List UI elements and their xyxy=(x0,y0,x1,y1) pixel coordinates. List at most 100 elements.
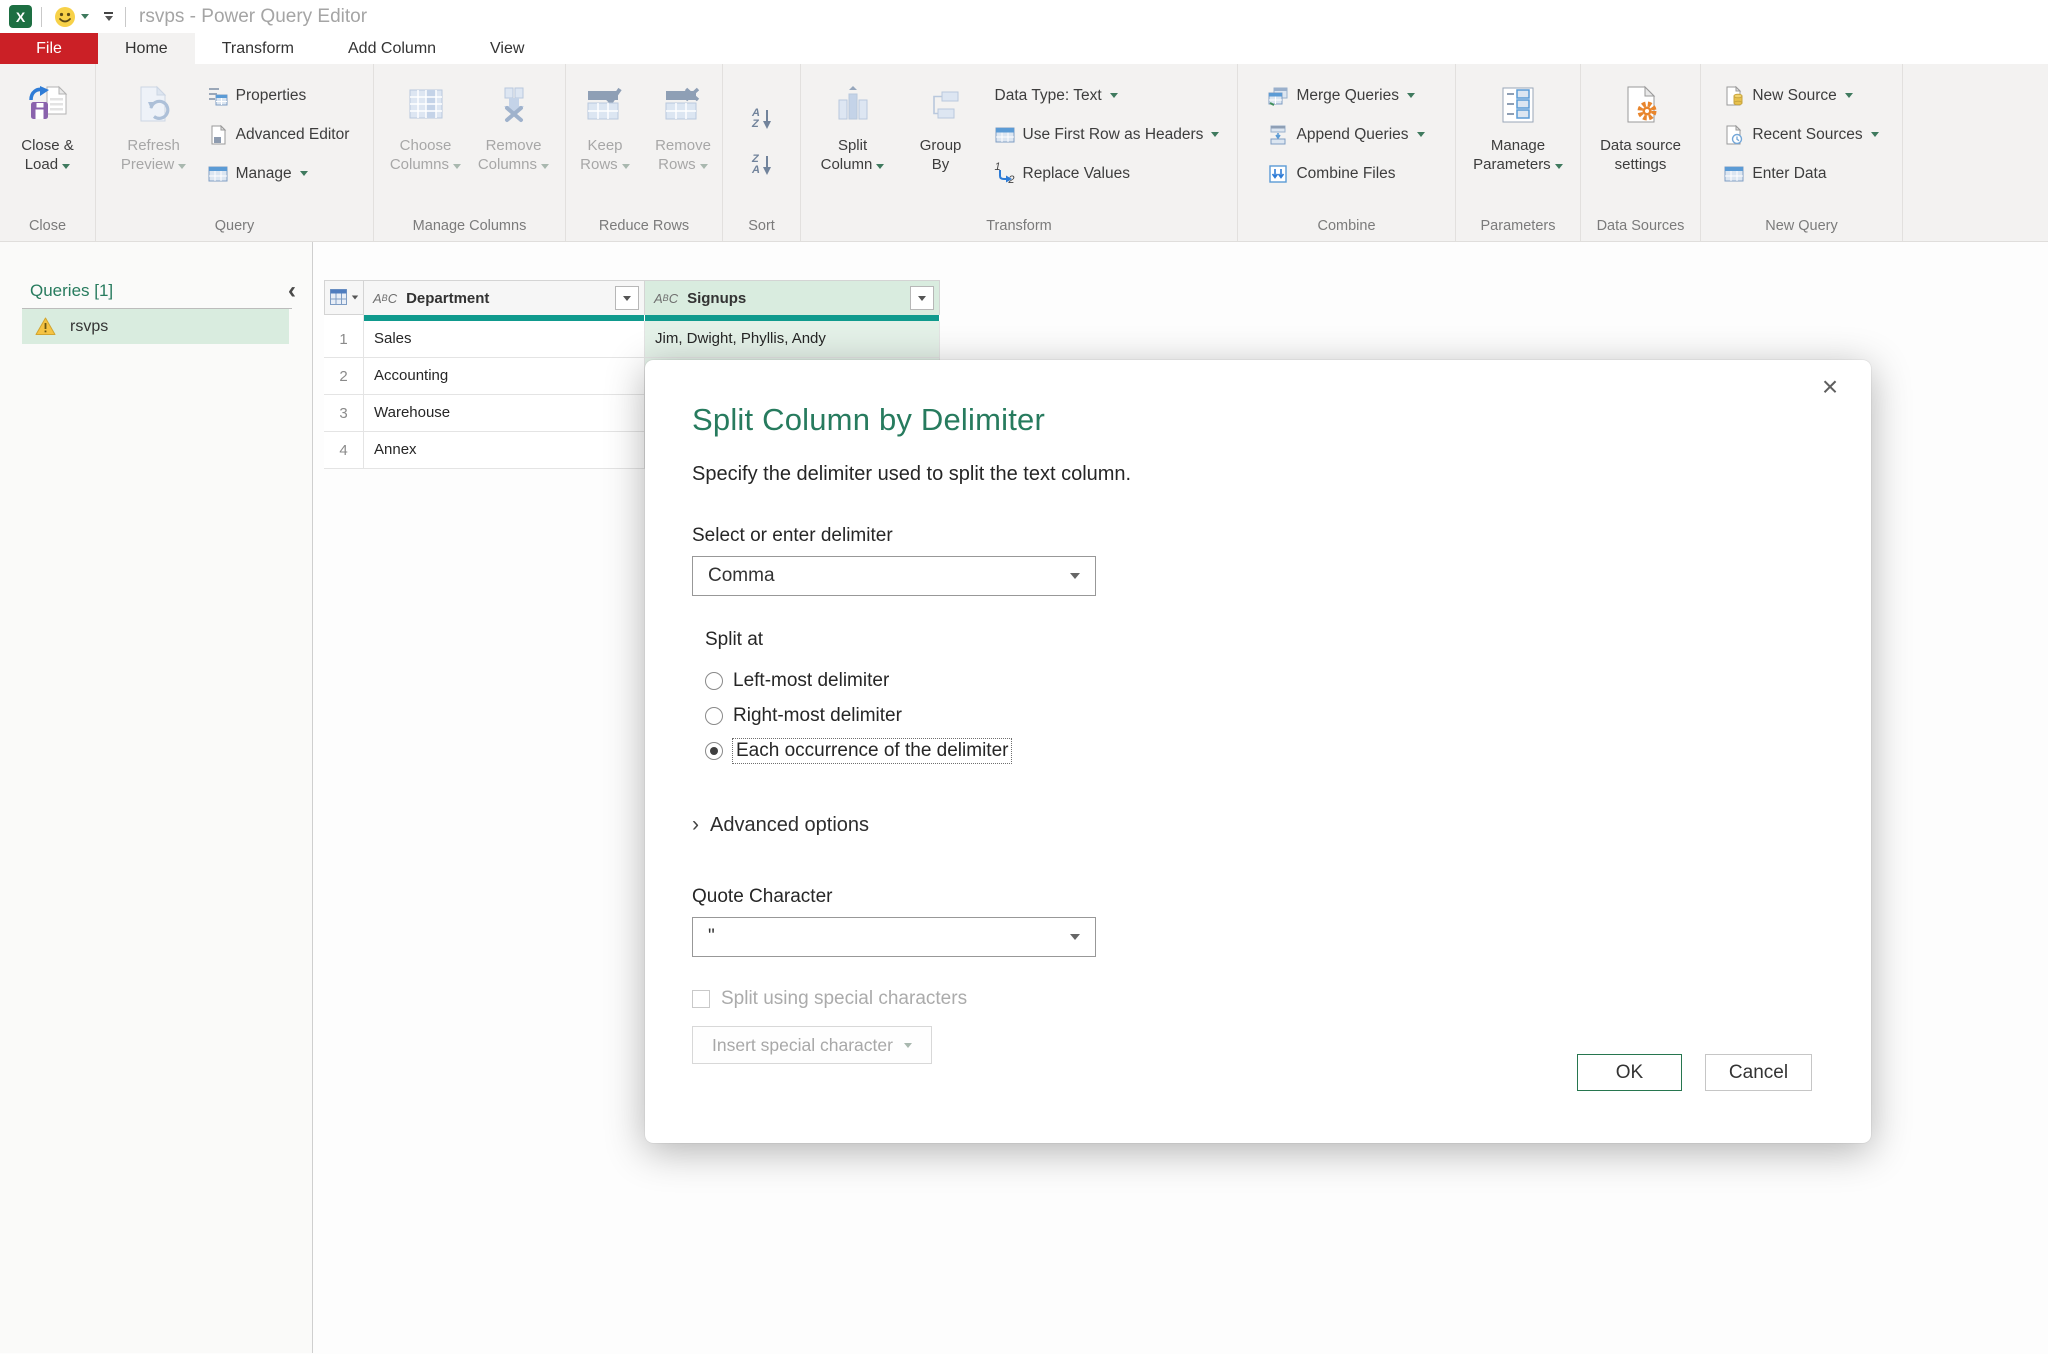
titlebar: rsvps - Power Query Editor xyxy=(0,0,2048,33)
advanced-options-toggle[interactable]: Advanced options xyxy=(692,813,1871,837)
sort-descending-button[interactable] xyxy=(740,142,783,188)
replace-values-icon xyxy=(995,164,1015,184)
split-at-options: Left-most delimiter Right-most delimiter… xyxy=(705,663,1871,768)
split-column-by-delimiter-dialog: Split Column by Delimiter Specify the de… xyxy=(645,360,1871,1143)
use-first-row-as-headers-button[interactable]: Use First Row as Headers xyxy=(985,115,1230,154)
table-row: 1 Sales Jim, Dwight, Phyllis, Andy xyxy=(324,321,940,358)
radio-each-occurrence[interactable]: Each occurrence of the delimiter xyxy=(705,733,1871,768)
titlebar-separator xyxy=(41,6,42,27)
split-special-characters-option: Split using special characters xyxy=(692,988,1871,1010)
advanced-editor-button[interactable]: Advanced Editor xyxy=(198,115,360,154)
properties-button[interactable]: Properties xyxy=(198,76,360,115)
refresh-icon xyxy=(140,85,169,122)
queries-pane-title: Queries [1] xyxy=(30,281,114,300)
column-header-department[interactable]: Department xyxy=(364,280,645,315)
tab-file[interactable]: File xyxy=(0,33,98,64)
delimiter-select[interactable]: Comma xyxy=(692,556,1096,596)
collapse-pane-icon[interactable] xyxy=(288,281,296,301)
enter-data-icon xyxy=(1724,166,1744,181)
keep-rows-button[interactable]: Keep Rows xyxy=(566,70,644,214)
dropdown-caret-icon xyxy=(1407,93,1415,98)
row-number: 4 xyxy=(324,432,364,469)
merge-queries-button[interactable]: Merge Queries xyxy=(1258,76,1434,115)
titlebar-separator xyxy=(125,6,126,27)
ribbon-group-new-query: New Source Recent Sources Enter Data New… xyxy=(1701,64,1903,241)
ribbon-group-reduce-rows: Keep Rows Remove Rows Reduce Rows xyxy=(566,64,723,241)
split-column-icon xyxy=(838,86,868,120)
column-filter-button[interactable] xyxy=(910,286,934,310)
enter-data-button[interactable]: Enter Data xyxy=(1714,154,1888,193)
customize-toolbar-icon xyxy=(104,12,113,21)
checkbox[interactable] xyxy=(692,990,710,1008)
sort-ascending-icon xyxy=(752,108,771,130)
close-and-load-button[interactable]: Close & Load xyxy=(4,70,92,214)
data-source-settings-icon xyxy=(1627,85,1656,123)
radio-button[interactable] xyxy=(705,741,723,760)
dropdown-caret-icon xyxy=(178,164,187,169)
replace-values-button[interactable]: Replace Values xyxy=(985,154,1230,193)
split-column-button[interactable]: Split Column xyxy=(809,70,897,214)
manage-table-icon xyxy=(208,166,228,181)
dropdown-caret-icon xyxy=(1554,164,1563,169)
keep-rows-icon xyxy=(587,87,622,120)
tab-view[interactable]: View xyxy=(463,33,551,64)
insert-special-character-button[interactable]: Insert special character xyxy=(692,1026,932,1064)
new-source-button[interactable]: New Source xyxy=(1714,76,1888,115)
delimiter-label: Select or enter delimiter xyxy=(692,525,893,546)
combine-files-icon xyxy=(1269,164,1288,183)
group-label-transform: Transform xyxy=(986,218,1052,234)
group-by-button[interactable]: Group By xyxy=(897,70,985,214)
radio-button[interactable] xyxy=(705,706,723,725)
ok-button[interactable]: OK xyxy=(1577,1054,1682,1091)
manage-parameters-button[interactable]: Manage Parameters xyxy=(1473,70,1563,214)
ribbon-group-data-sources: Data source settings Data Sources xyxy=(1581,64,1701,241)
table-menu-button[interactable] xyxy=(324,280,364,315)
tab-transform[interactable]: Transform xyxy=(195,33,321,64)
ribbon-group-close: Close & Load Close xyxy=(0,64,96,241)
radio-button[interactable] xyxy=(705,671,723,690)
quote-character-select[interactable]: " xyxy=(692,917,1096,957)
cell-signups[interactable]: Jim, Dwight, Phyllis, Andy xyxy=(645,321,940,358)
recent-sources-button[interactable]: Recent Sources xyxy=(1714,115,1888,154)
column-header-signups[interactable]: Signups xyxy=(645,280,940,315)
dialog-footer: OK Cancel xyxy=(1577,1054,1812,1091)
text-type-icon xyxy=(373,290,397,307)
cell-department[interactable]: Accounting xyxy=(364,358,645,395)
customize-quick-access-toolbar-button[interactable] xyxy=(101,12,116,21)
dropdown-caret-icon xyxy=(699,164,708,169)
close-icon[interactable] xyxy=(1815,372,1845,402)
combine-files-button[interactable]: Combine Files xyxy=(1258,154,1434,193)
ribbon-group-sort: Sort xyxy=(723,64,801,241)
tab-add-column[interactable]: Add Column xyxy=(321,33,463,64)
group-label-data-sources: Data Sources xyxy=(1596,218,1685,234)
cancel-button[interactable]: Cancel xyxy=(1705,1054,1812,1091)
merge-queries-icon xyxy=(1268,87,1288,106)
ribbon-filler xyxy=(1903,64,2048,241)
row-number: 3 xyxy=(324,395,364,432)
dropdown-caret-icon xyxy=(1109,93,1118,98)
remove-rows-button[interactable]: Remove Rows xyxy=(644,70,722,214)
manage-button[interactable]: Manage xyxy=(198,154,360,193)
tab-home[interactable]: Home xyxy=(98,33,195,64)
radio-left-most[interactable]: Left-most delimiter xyxy=(705,663,1871,698)
column-filter-button[interactable] xyxy=(615,286,639,310)
dropdown-caret-icon xyxy=(351,295,358,300)
query-list-item-rsvps[interactable]: rsvps xyxy=(22,309,289,344)
radio-right-most[interactable]: Right-most delimiter xyxy=(705,698,1871,733)
group-label-query: Query xyxy=(214,218,255,234)
cell-department[interactable]: Sales xyxy=(364,321,645,358)
send-feedback-button[interactable] xyxy=(51,6,92,28)
remove-columns-button[interactable]: Remove Columns xyxy=(470,70,558,214)
choose-columns-button[interactable]: Choose Columns xyxy=(382,70,470,214)
append-queries-button[interactable]: Append Queries xyxy=(1258,115,1434,154)
refresh-preview-button[interactable]: Refresh Preview xyxy=(110,70,198,214)
sort-ascending-button[interactable] xyxy=(740,96,783,142)
ribbon-group-manage-columns: Choose Columns Remove Columns Manage Col… xyxy=(374,64,566,241)
data-source-settings-button[interactable]: Data source settings xyxy=(1597,70,1685,214)
advanced-editor-icon xyxy=(211,124,226,144)
cell-department[interactable]: Annex xyxy=(364,432,645,469)
recent-sources-icon xyxy=(1726,124,1743,144)
data-type-button[interactable]: Data Type: Text xyxy=(985,76,1230,115)
close-load-icon xyxy=(28,85,67,119)
cell-department[interactable]: Warehouse xyxy=(364,395,645,432)
